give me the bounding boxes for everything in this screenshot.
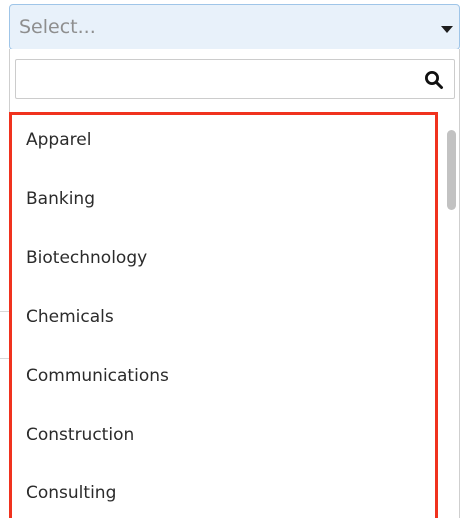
option-banking[interactable]: Banking <box>26 189 95 209</box>
options-list: Apparel Banking Biotechnology Chemicals … <box>9 110 437 518</box>
option-biotechnology[interactable]: Biotechnology <box>26 248 147 268</box>
search-box[interactable] <box>15 59 455 99</box>
search-input[interactable] <box>16 60 406 98</box>
industry-select[interactable]: Select... <box>9 4 460 50</box>
select-placeholder: Select... <box>19 16 96 38</box>
scrollbar[interactable] <box>445 110 457 518</box>
industry-dropdown: Select... Apparel Banking Biotechnology … <box>0 0 460 518</box>
option-communications[interactable]: Communications <box>26 366 169 386</box>
scrollbar-thumb[interactable] <box>447 130 456 210</box>
search-icon[interactable] <box>424 70 444 90</box>
caret-down-icon[interactable] <box>441 26 453 33</box>
option-construction[interactable]: Construction <box>26 425 134 445</box>
option-consulting[interactable]: Consulting <box>26 483 116 503</box>
option-chemicals[interactable]: Chemicals <box>26 307 114 327</box>
option-apparel[interactable]: Apparel <box>26 130 91 150</box>
